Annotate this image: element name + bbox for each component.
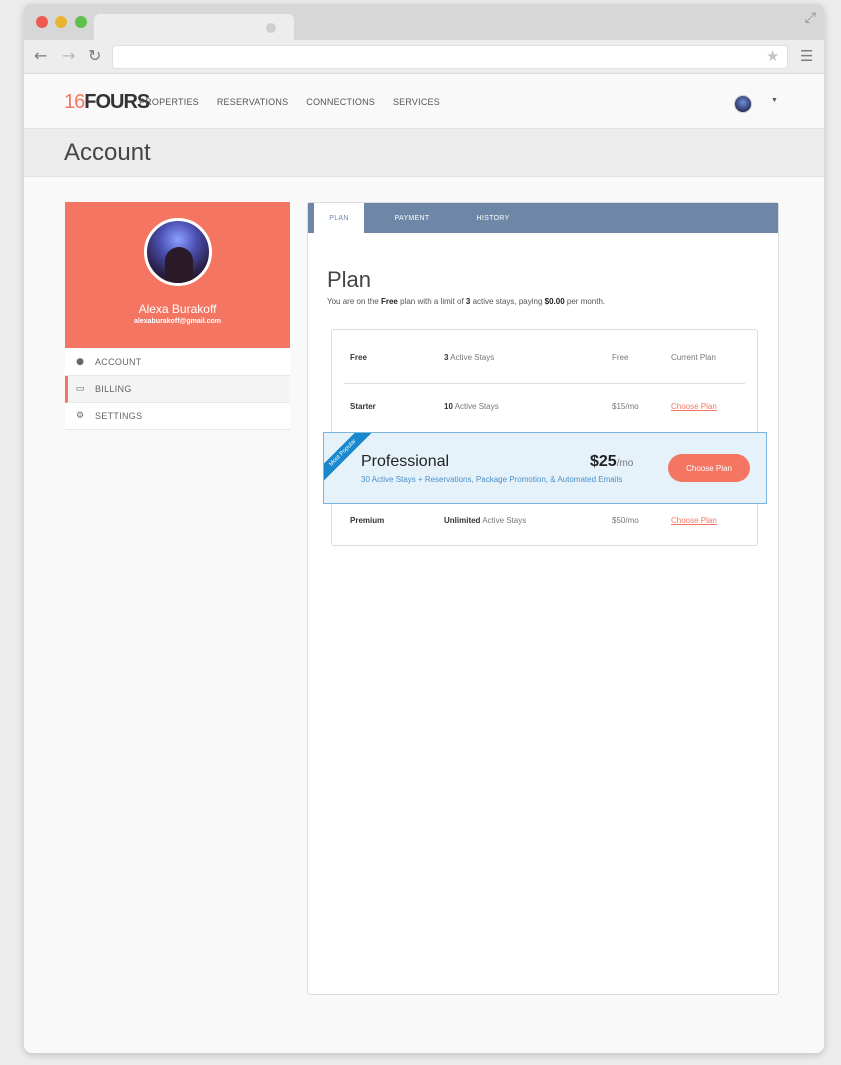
browser-menu-icon[interactable]: ☰ (800, 47, 813, 65)
current-plan-label: Current Plan (671, 353, 716, 362)
sidebar-item-label: BILLING (95, 384, 132, 394)
sidebar-item-billing[interactable]: ▭ BILLING (65, 376, 290, 403)
plan-stays: 3 Active Stays (444, 338, 494, 378)
nav-reservations[interactable]: RESERVATIONS (217, 97, 288, 107)
nav-properties[interactable]: PROPERTIES (139, 97, 199, 107)
nav-services[interactable]: SERVICES (393, 97, 440, 107)
featured-plan-professional: Most Popular Professional 30 Active Stay… (323, 432, 767, 504)
close-window-button[interactable] (36, 16, 48, 28)
choose-plan-button[interactable]: Choose Plan (668, 454, 750, 482)
plan-price: Free (612, 353, 629, 362)
billing-panel: PLAN PAYMENT HISTORY Plan You are on the… (307, 202, 779, 995)
app-header: 16FOURS PROPERTIES RESERVATIONS CONNECTI… (24, 75, 824, 129)
plan-summary-text: plan with a limit of (397, 297, 466, 306)
sidebar-item-settings[interactable]: ⚙ SETTINGS (65, 403, 290, 430)
plan-summary-text: per month. (564, 297, 606, 306)
profile-photo-figure (165, 247, 193, 283)
page-title-band: Account (24, 129, 824, 177)
plan-stays-label: Active Stays (452, 402, 499, 411)
plan-stays: 10 Active Stays (444, 387, 499, 427)
tab-close-icon[interactable] (266, 23, 276, 33)
current-plan-name: Free (380, 297, 398, 306)
choose-plan-link[interactable]: Choose Plan (671, 501, 717, 541)
account-side-menu: ● ACCOUNT ▭ BILLING ⚙ SETTINGS (65, 349, 290, 430)
row-divider (344, 383, 745, 384)
plan-summary: You are on the Free plan with a limit of… (327, 297, 605, 306)
logo[interactable]: 16FOURS (64, 91, 150, 114)
page-title: Account (64, 139, 151, 166)
plan-stays-label: Active Stays (448, 353, 495, 362)
user-avatar[interactable] (734, 95, 752, 113)
maximize-window-button[interactable] (75, 16, 87, 28)
plan-stays-count: Unlimited (444, 516, 481, 525)
profile-photo[interactable] (144, 218, 212, 286)
tab-plan[interactable]: PLAN (314, 203, 364, 233)
billing-tabs: PLAN PAYMENT HISTORY (308, 203, 778, 233)
sidebar-item-label: SETTINGS (95, 411, 143, 421)
plan-stays-label: Active Stays (480, 516, 527, 525)
featured-plan-description: 30 Active Stays + Reservations, Package … (361, 475, 623, 484)
chevron-down-icon[interactable]: ▼ (771, 97, 778, 104)
plan-price: $15/mo (612, 402, 639, 411)
browser-window: ⤢ ← → ↻ ★ ☰ 16FOURS PROPERTIES RESERVATI… (24, 4, 824, 1053)
plan-stays-count: 10 (444, 402, 453, 411)
plan-heading: Plan (327, 267, 372, 292)
plan-row-starter: Starter 10 Active Stays $15/mo Choose Pl… (332, 387, 757, 427)
forward-arrow-icon[interactable]: → (62, 46, 75, 65)
choose-plan-link[interactable]: Choose Plan (671, 387, 717, 427)
logo-number: 16 (64, 91, 85, 113)
sidebar-item-account[interactable]: ● ACCOUNT (65, 349, 290, 376)
browser-toolbar: ← → ↻ ★ ☰ (24, 40, 824, 74)
plan-name: Premium (350, 516, 385, 525)
back-arrow-icon[interactable]: ← (34, 46, 47, 65)
plan-row-premium: Premium Unlimited Active Stays $50/mo Ch… (332, 501, 757, 541)
plan-row-free: Free 3 Active Stays Free Current Plan (332, 338, 757, 378)
plan-name: Free (350, 353, 367, 362)
featured-plan-price: $25/mo (590, 453, 633, 471)
user-icon: ● (76, 357, 84, 367)
plan-stays: Unlimited Active Stays (444, 501, 526, 541)
address-bar[interactable] (112, 45, 788, 69)
reload-icon[interactable]: ↻ (88, 46, 101, 65)
profile-card: Alexa Burakoff alexaburakoff@gmail.com (65, 202, 290, 348)
tab-history[interactable]: HISTORY (463, 203, 523, 233)
nav-connections[interactable]: CONNECTIONS (306, 97, 375, 107)
plan-summary-text: You are on the (327, 297, 381, 306)
credit-card-icon: ▭ (75, 384, 85, 394)
plan-summary-text: active stays, paying (470, 297, 545, 306)
monthly-amount: $0.00 (544, 297, 565, 306)
browser-titlebar: ⤢ (24, 4, 824, 42)
plan-name: Starter (350, 402, 376, 411)
browser-tab[interactable] (94, 14, 294, 42)
minimize-window-button[interactable] (55, 16, 67, 28)
profile-email: alexaburakoff@gmail.com (134, 318, 221, 325)
profile-name: Alexa Burakoff (138, 302, 217, 316)
featured-plan-name: Professional (361, 453, 450, 470)
gear-icon: ⚙ (75, 411, 85, 421)
bookmark-star-icon[interactable]: ★ (766, 47, 779, 65)
sidebar-item-label: ACCOUNT (95, 357, 142, 367)
featured-price-unit: /mo (616, 458, 634, 469)
fullscreen-icon[interactable]: ⤢ (805, 10, 816, 26)
top-navigation: PROPERTIES RESERVATIONS CONNECTIONS SERV… (139, 97, 458, 107)
featured-price-value: $25 (590, 453, 617, 470)
plan-price: $50/mo (612, 516, 639, 525)
tab-payment[interactable]: PAYMENT (382, 203, 442, 233)
